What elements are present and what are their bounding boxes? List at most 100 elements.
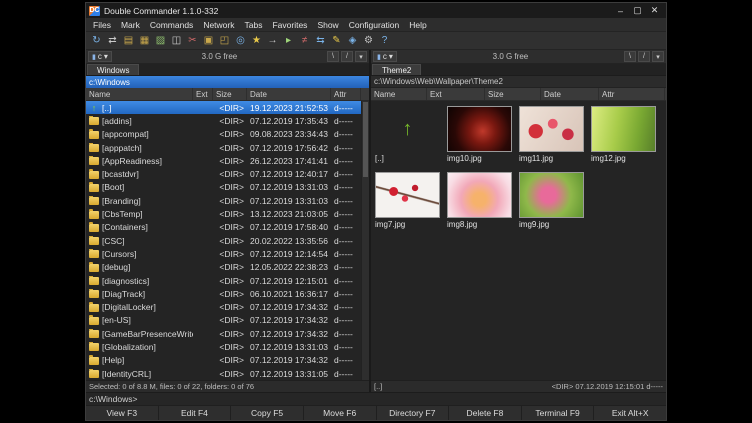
column-header-size[interactable]: Size <box>485 88 541 100</box>
file-row[interactable]: [CSC]<DIR>20.02.2022 13:35:56d----- <box>86 234 361 247</box>
menu-files[interactable]: Files <box>88 20 116 30</box>
right-parent-button[interactable]: / <box>638 51 650 62</box>
file-row[interactable]: [Help]<DIR>07.12.2019 17:34:32d----- <box>86 354 361 367</box>
left-tab-windows[interactable]: Windows <box>87 64 139 75</box>
column-header-date[interactable]: Date <box>541 88 599 100</box>
file-attr-cell: d----- <box>331 249 361 259</box>
left-parent-button[interactable]: / <box>341 51 353 62</box>
menu-help[interactable]: Help <box>404 20 431 30</box>
file-attr-cell: d----- <box>331 369 361 379</box>
file-row[interactable]: [Cursors]<DIR>07.12.2019 12:14:54d----- <box>86 247 361 260</box>
file-row[interactable]: [AppReadiness]<DIR>26.12.2023 17:41:41d-… <box>86 154 361 167</box>
left-scrollbar[interactable] <box>361 101 369 380</box>
goto-icon[interactable]: → <box>265 33 280 48</box>
right-tab-theme2[interactable]: Theme2 <box>372 64 421 75</box>
help-icon[interactable]: ? <box>377 33 392 48</box>
close-button[interactable]: ✕ <box>646 4 663 17</box>
right-drive-select[interactable]: ▮ c ▾ <box>373 51 397 62</box>
file-row[interactable]: [en-US]<DIR>07.12.2019 17:34:32d----- <box>86 314 361 327</box>
column-header-name[interactable]: Name <box>86 88 193 100</box>
search-icon[interactable]: ◎ <box>233 33 248 48</box>
file-row[interactable]: [GameBarPresenceWriter]<DIR>07.12.2019 1… <box>86 327 361 340</box>
fn-button-view-f3[interactable]: View F3 <box>86 406 158 420</box>
fn-button-move-f6[interactable]: Move F6 <box>304 406 376 420</box>
left-history-button[interactable]: ▾ <box>355 51 367 62</box>
file-attr-cell: d----- <box>331 302 361 312</box>
file-row[interactable]: [Containers]<DIR>07.12.2019 17:58:40d---… <box>86 221 361 234</box>
file-row[interactable]: [CbsTemp]<DIR>13.12.2023 21:03:05d----- <box>86 207 361 220</box>
column-header-ext[interactable]: Ext <box>427 88 485 100</box>
file-row[interactable]: [apppatch]<DIR>07.12.2019 17:56:42d----- <box>86 141 361 154</box>
right-path-bar[interactable]: c:\Windows\Web\Wallpaper\Theme2 <box>371 76 666 88</box>
file-name-cell: [Globalization] <box>86 342 193 352</box>
column-header-ext[interactable]: Ext <box>193 88 213 100</box>
left-root-button[interactable]: \ <box>327 51 339 62</box>
hotdir-icon[interactable]: ★ <box>249 33 264 48</box>
menu-favorites[interactable]: Favorites <box>267 20 312 30</box>
thumbnail-item[interactable]: img11.jpg <box>519 106 586 168</box>
column-header-date[interactable]: Date <box>247 88 331 100</box>
file-row[interactable]: [Branding]<DIR>07.12.2019 13:31:03d----- <box>86 194 361 207</box>
rename-icon[interactable]: ✎ <box>329 33 344 48</box>
settings-icon[interactable]: ⚙ <box>361 33 376 48</box>
pack-icon[interactable]: ▣ <box>201 33 216 48</box>
folder-icon <box>89 330 99 338</box>
terminal-icon[interactable]: ▸ <box>281 33 296 48</box>
thumbnail-item[interactable]: img9.jpg <box>519 172 586 234</box>
thumbnail-up-dir[interactable]: ↑[..] <box>375 106 442 168</box>
fn-button-edit-f4[interactable]: Edit F4 <box>159 406 231 420</box>
file-row[interactable]: [diagnostics]<DIR>07.12.2019 12:15:01d--… <box>86 274 361 287</box>
file-row[interactable]: [DiagTrack]<DIR>06.10.2021 16:36:17d----… <box>86 287 361 300</box>
fn-button-directory-f7[interactable]: Directory F7 <box>377 406 449 420</box>
copy-names-icon[interactable]: ◫ <box>169 33 184 48</box>
file-row[interactable]: ↑[..]<DIR>19.12.2023 21:52:53d----- <box>86 101 361 114</box>
menu-mark[interactable]: Mark <box>116 20 145 30</box>
menu-show[interactable]: Show <box>312 20 343 30</box>
menu-configuration[interactable]: Configuration <box>344 20 405 30</box>
column-header-size[interactable]: Size <box>213 88 247 100</box>
sync-icon[interactable]: ⇆ <box>313 33 328 48</box>
fn-button-exit-alt-x[interactable]: Exit Alt+X <box>594 406 666 420</box>
thumbnail-item[interactable]: img8.jpg <box>447 172 514 234</box>
file-row[interactable]: [debug]<DIR>12.05.2022 22:38:23d----- <box>86 261 361 274</box>
file-size-cell: <DIR> <box>213 342 247 352</box>
file-row[interactable]: [Boot]<DIR>07.12.2019 13:31:03d----- <box>86 181 361 194</box>
column-header-name[interactable]: Name <box>371 88 427 100</box>
left-scrollbar-thumb[interactable] <box>363 102 368 177</box>
extract-icon[interactable]: ◰ <box>217 33 232 48</box>
file-row[interactable]: [Globalization]<DIR>07.12.2019 13:31:03d… <box>86 340 361 353</box>
thumbnail-item[interactable]: img10.jpg <box>447 106 514 168</box>
compare-icon[interactable]: ≠ <box>297 33 312 48</box>
fn-button-copy-f5[interactable]: Copy F5 <box>231 406 303 420</box>
thumbnail-item[interactable]: img12.jpg <box>591 106 658 168</box>
image-thumbnail <box>591 106 656 152</box>
file-row[interactable]: [addins]<DIR>07.12.2019 17:35:43d----- <box>86 114 361 127</box>
file-row[interactable]: [DigitalLocker]<DIR>07.12.2019 17:34:32d… <box>86 300 361 313</box>
command-line-input[interactable] <box>140 394 663 405</box>
refresh-icon[interactable]: ↻ <box>89 33 104 48</box>
column-header-attr[interactable]: Attr <box>331 88 361 100</box>
file-row[interactable]: [bcastdvr]<DIR>07.12.2019 12:40:17d----- <box>86 167 361 180</box>
menu-tabs[interactable]: Tabs <box>240 20 268 30</box>
left-path-bar[interactable]: c:\Windows <box>86 76 369 88</box>
full-view-icon[interactable]: ▦ <box>137 33 152 48</box>
fn-button-delete-f8[interactable]: Delete F8 <box>449 406 521 420</box>
right-history-button[interactable]: ▾ <box>652 51 664 62</box>
tree-view-icon[interactable]: ▨ <box>153 33 168 48</box>
thumbnail-item[interactable]: img7.jpg <box>375 172 442 234</box>
maximize-button[interactable]: ▢ <box>629 4 646 17</box>
cut-icon[interactable]: ✂ <box>185 33 200 48</box>
column-header-attr[interactable]: Attr <box>599 88 665 100</box>
right-root-button[interactable]: \ <box>624 51 636 62</box>
brief-view-icon[interactable]: ▤ <box>121 33 136 48</box>
menu-commands[interactable]: Commands <box>145 20 198 30</box>
swap-panels-icon[interactable]: ⇄ <box>105 33 120 48</box>
left-drive-select[interactable]: ▮ c ▾ <box>88 51 112 62</box>
minimize-button[interactable]: – <box>612 4 629 17</box>
up-dir-icon: ↑ <box>375 106 440 152</box>
fn-button-terminal-f9[interactable]: Terminal F9 <box>522 406 594 420</box>
network-icon[interactable]: ◈ <box>345 33 360 48</box>
file-row[interactable]: [IdentityCRL]<DIR>07.12.2019 13:31:05d--… <box>86 367 361 380</box>
menu-network[interactable]: Network <box>198 20 239 30</box>
file-row[interactable]: [appcompat]<DIR>09.08.2023 23:34:43d----… <box>86 128 361 141</box>
